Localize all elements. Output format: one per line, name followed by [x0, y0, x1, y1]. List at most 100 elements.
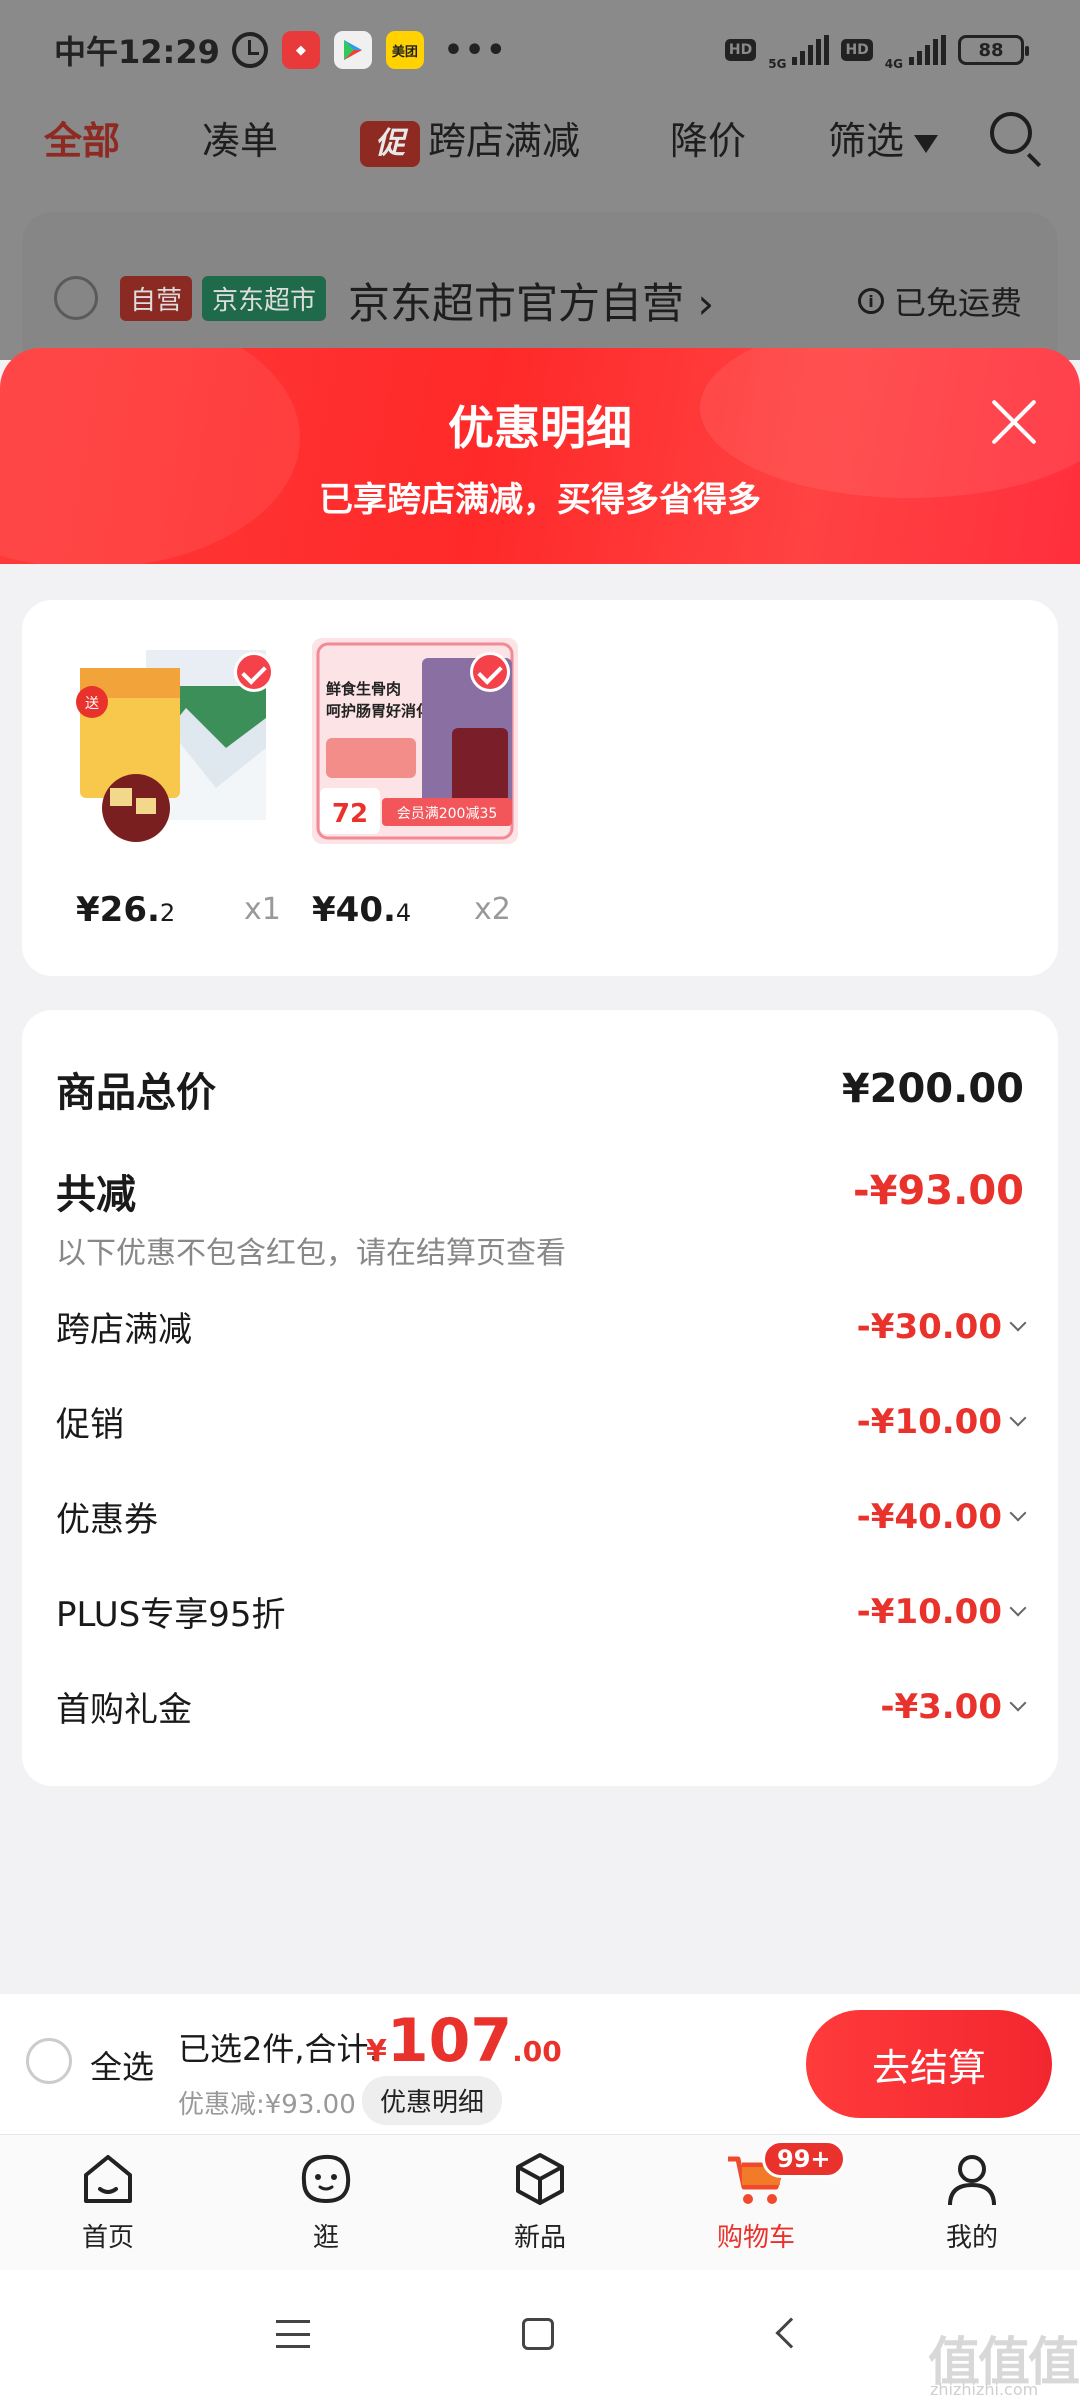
jd-app-icon: ◆	[281, 31, 320, 69]
select-all-label[interactable]: 全选	[90, 2042, 154, 2088]
gift-tag-text: 送	[85, 696, 99, 712]
discount-value: -¥10.00	[857, 1592, 1027, 1632]
jd-supermarket-tag: 京东超市	[202, 276, 327, 321]
chevron-down-icon	[1009, 1409, 1027, 1426]
menu-icon[interactable]	[276, 2320, 310, 2348]
filter-tabs: 全部 凑单 促跨店满减 降价 筛选	[0, 100, 1080, 170]
store-row: 自营 京东超市 京东超市官方自营 › i 已免运费	[0, 268, 1080, 328]
total-price-label: 商品总价	[56, 1070, 216, 1116]
home-button-icon[interactable]	[522, 2318, 554, 2350]
hd-icon-2: HD	[841, 39, 873, 61]
tab-home-label: 首页	[81, 2223, 134, 2253]
browse-face-icon	[301, 2154, 351, 2204]
product-item[interactable]: 鲜食生骨肉 呵护肠胃好消化 72 会员满200减35	[312, 638, 518, 844]
product-image: 鲜食生骨肉 呵护肠胃好消化 72 会员满200减35	[312, 638, 518, 844]
discount-label: 首购礼金	[56, 1690, 192, 1730]
select-all-radio[interactable]	[26, 2038, 72, 2084]
discount-value: -¥40.00	[857, 1497, 1027, 1537]
more-notifications-icon: •••	[443, 32, 508, 68]
discount-label: 跨店满减	[56, 1310, 192, 1350]
tab-browse-label: 逛	[312, 2223, 339, 2253]
store-name-link[interactable]: 京东超市官方自营 ›	[348, 270, 714, 331]
bottom-tab-bar: 首页 逛 新品 购物车 我的	[0, 2134, 1080, 2270]
selected-check-icon	[470, 652, 510, 692]
tab-home[interactable]: 首页	[38, 2147, 178, 2254]
discount-row[interactable]: 优惠券 -¥40.00	[56, 1492, 1027, 1541]
tab-browse[interactable]: 逛	[256, 2147, 396, 2254]
chevron-down-icon	[1009, 1694, 1027, 1711]
checkout-discount-text: 优惠减:¥93.00	[178, 2090, 356, 2120]
network-type-4g: 4G	[884, 57, 903, 71]
tab-combine[interactable]: 凑单	[202, 110, 278, 165]
checkout-total-price: ¥107.00	[366, 2006, 562, 2076]
self-operated-tag: 自营	[120, 276, 193, 321]
total-reduction-row: 共减 -¥93.00	[56, 1162, 1024, 1220]
reduction-note: 以下优惠不包含红包，请在结算页查看	[56, 1236, 566, 1271]
play-store-icon	[333, 31, 372, 69]
battery-icon: 88	[958, 35, 1029, 65]
tab-cart-label: 购物车	[716, 2223, 795, 2253]
product-image-text-2: 呵护肠胃好消化	[326, 702, 431, 720]
total-price-value: ¥200.00	[841, 1066, 1024, 1112]
discount-value: -¥10.00	[857, 1402, 1027, 1442]
cart-count-badge: 99+	[762, 2140, 846, 2178]
watermark-url: zhizhizhi.com	[930, 2380, 1039, 2399]
sheet-subtitle: 已享跨店满减，买得多省得多	[319, 480, 761, 520]
status-bar: 中午12:29 ◆ 美团 ••• HD 5G HD 4G 88	[0, 0, 1080, 100]
product-image-promo: 会员满200减35	[397, 806, 498, 822]
hd-icon: HD	[724, 39, 757, 61]
sheet-title: 优惠明细	[448, 401, 632, 455]
chevron-down-icon	[1009, 1504, 1027, 1521]
product-price: ¥26.2	[76, 890, 176, 930]
tab-all[interactable]: 全部	[44, 110, 120, 165]
product-item[interactable]: 送	[76, 638, 282, 844]
products-card: 送 鲜食生骨肉 呵护肠胃好消化 72 会员满200减35 ¥26.2 x1 ¥4	[22, 600, 1058, 976]
alarm-icon	[231, 32, 268, 68]
product-image: 送	[76, 638, 282, 844]
total-price-row: 商品总价 ¥200.00	[56, 1060, 1024, 1118]
discount-row[interactable]: 促销 -¥10.00	[56, 1397, 1027, 1446]
selected-count-text: 已选2件,合计:	[178, 2030, 380, 2068]
tab-filter[interactable]: 筛选	[828, 110, 939, 165]
selected-check-icon	[234, 652, 274, 692]
checkout-button[interactable]: 去结算	[806, 2010, 1052, 2118]
promo-tag-icon: 促	[360, 120, 420, 167]
discount-row[interactable]: 首购礼金 -¥3.00	[56, 1682, 1027, 1731]
product-price: ¥40.4	[312, 890, 412, 930]
product-quantity: x1	[244, 892, 281, 927]
discount-row[interactable]: PLUS专享95折 -¥10.00	[56, 1587, 1027, 1636]
home-icon	[84, 2155, 132, 2203]
meituan-app-icon: 美团	[385, 31, 424, 69]
total-reduction-label: 共减	[56, 1172, 136, 1218]
status-system-icons: HD 5G HD 4G 88	[724, 29, 1029, 71]
free-shipping-label: 已免运费	[894, 284, 1023, 322]
chevron-down-icon	[1009, 1314, 1027, 1331]
close-icon[interactable]	[986, 394, 1042, 450]
product-quantity: x2	[474, 892, 511, 927]
discount-value: -¥3.00	[880, 1687, 1027, 1727]
product-image-text-1: 鲜食生骨肉	[326, 680, 401, 698]
chevron-down-icon	[1009, 1599, 1027, 1616]
person-icon	[948, 2155, 996, 2206]
tab-cross-store[interactable]: 促跨店满减	[360, 110, 580, 167]
box-icon	[516, 2153, 564, 2205]
tab-new-label: 新品	[513, 2223, 566, 2253]
back-icon[interactable]	[775, 2317, 807, 2349]
tab-me-label: 我的	[945, 2223, 998, 2253]
discount-label: PLUS专享95折	[56, 1595, 286, 1635]
discount-label: 促销	[56, 1405, 124, 1445]
signal-icon-2	[909, 35, 946, 65]
tab-cross-store-label: 跨店满减	[428, 119, 581, 163]
checkout-bar: 全选 已选2件,合计: ¥107.00 优惠减:¥93.00 优惠明细 去结算	[0, 1994, 1080, 2134]
discount-detail-button[interactable]: 优惠明细	[362, 2076, 503, 2125]
search-icon[interactable]	[990, 112, 1032, 154]
filter-funnel-icon	[914, 134, 939, 153]
signal-icon	[792, 35, 830, 65]
free-shipping-status: i 已免运费	[858, 278, 1022, 324]
tab-new[interactable]: 新品	[470, 2147, 610, 2254]
tab-me[interactable]: 我的	[902, 2147, 1042, 2254]
tab-price-drop[interactable]: 降价	[670, 110, 746, 165]
store-select-radio[interactable]	[54, 276, 98, 320]
tab-filter-label: 筛选	[828, 119, 905, 163]
discount-row[interactable]: 跨店满减 -¥30.00	[56, 1302, 1027, 1351]
